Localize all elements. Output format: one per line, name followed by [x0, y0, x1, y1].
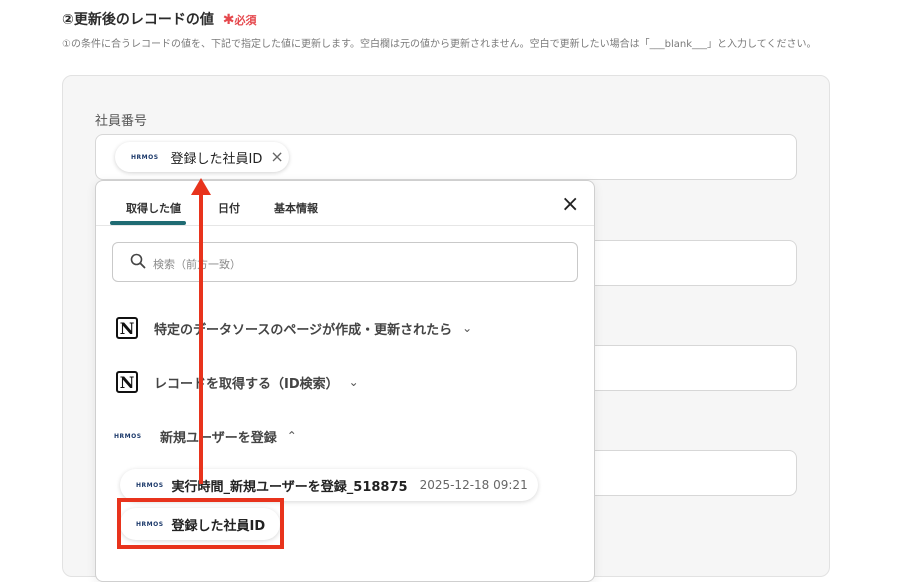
chevron-up-icon: ⌃	[286, 429, 297, 443]
tab-obtained-values[interactable]: 取得した値	[126, 200, 181, 216]
close-icon[interactable]: ×	[561, 194, 579, 216]
notion-icon: N	[116, 317, 138, 339]
notion-icon: N	[116, 371, 138, 393]
group-label: 新規ユーザーを登録	[160, 430, 277, 446]
search-icon	[130, 253, 146, 269]
annotation-highlight-box	[117, 498, 284, 549]
chevron-down-icon: ⌄	[348, 375, 359, 389]
active-tab-indicator	[110, 221, 186, 225]
annotation-arrow-up-icon	[191, 178, 211, 484]
value-timestamp: 2025-12-18 09:21	[419, 478, 528, 492]
required-label: 必須	[234, 14, 257, 27]
tab-basic-info[interactable]: 基本情報	[274, 200, 318, 216]
search-input[interactable]: 検索（前方一致）	[112, 242, 578, 282]
hrmos-logo-icon: HRMOS	[114, 432, 142, 440]
field-label: 社員番号	[95, 114, 148, 129]
section-title: ②更新後のレコードの値 ✱必須	[62, 9, 256, 29]
value-option-execution-time[interactable]: HRMOS 実行時間_新規ユーザーを登録_518875 2025-12-18 0…	[120, 469, 538, 501]
group-notion-page-trigger[interactable]: N 特定のデータソースのページが作成・更新されたら ⌄	[96, 313, 594, 343]
group-hrmos-register-user[interactable]: HRMOS 新規ユーザーを登録 ⌃	[96, 421, 594, 451]
close-icon[interactable]: ×	[270, 149, 283, 165]
section-title-text: ②更新後のレコードの値	[62, 12, 214, 28]
section-description: ①の条件に合うレコードの値を、下記で指定した値に更新します。空白欄は元の値から更…	[62, 39, 817, 50]
selected-value-chip[interactable]: HRMOS 登録した社員ID ×	[115, 142, 289, 172]
group-notion-get-record[interactable]: N レコードを取得する（ID検索） ⌄	[96, 367, 594, 397]
tab-date[interactable]: 日付	[218, 200, 240, 216]
hrmos-logo-icon: HRMOS	[136, 481, 164, 489]
required-star-icon: ✱	[222, 12, 235, 28]
group-label: レコードを取得する（ID検索）	[154, 376, 339, 392]
hrmos-logo-icon: HRMOS	[131, 153, 159, 161]
picker-tabs: 取得した値 日付 基本情報 ×	[96, 181, 594, 226]
chevron-down-icon: ⌄	[462, 321, 473, 335]
required-badge: ✱必須	[222, 12, 257, 28]
chip-label: 登録した社員ID	[170, 151, 263, 167]
